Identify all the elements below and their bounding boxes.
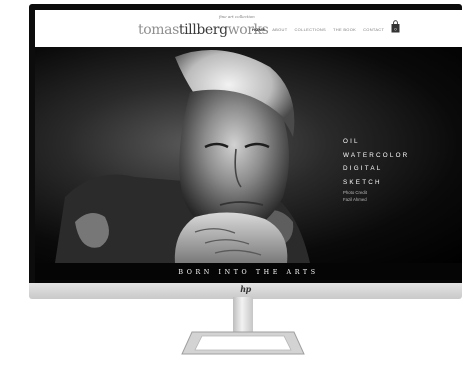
category-watercolor[interactable]: WATERCOLOR xyxy=(343,149,409,163)
monitor-screen: tomastillbergworks fine art collection H… xyxy=(35,10,462,283)
logo-word-2: tillberg xyxy=(178,22,228,38)
hero-category-menu: OIL WATERCOLOR DIGITAL SKETCH Photo Cred… xyxy=(343,135,409,203)
monitor-stand-base xyxy=(181,331,305,355)
category-oil[interactable]: OIL xyxy=(343,135,409,149)
nav-the-book[interactable]: THE BOOK xyxy=(333,27,356,32)
nav-contact[interactable]: CONTACT xyxy=(363,27,384,32)
nav-collections[interactable]: COLLECTIONS xyxy=(294,27,326,32)
shopping-bag-icon[interactable]: 0 xyxy=(391,20,400,33)
hp-logo-icon: hp xyxy=(240,284,251,294)
nav-about[interactable]: ABOUT xyxy=(272,27,287,32)
hero-banner: OIL WATERCOLOR DIGITAL SKETCH Photo Cred… xyxy=(35,47,462,263)
logo-word-1: tomas xyxy=(138,22,179,38)
logo-tagline: fine art collection xyxy=(219,14,255,19)
category-digital[interactable]: DIGITAL xyxy=(343,162,409,176)
nav-home[interactable]: HOME xyxy=(252,27,265,32)
site-logo[interactable]: tomastillbergworks xyxy=(138,22,269,38)
photo-credit-name: Fazil Ahmed xyxy=(343,197,367,202)
main-nav: HOME ABOUT COLLECTIONS THE BOOK CONTACT xyxy=(252,27,384,32)
artist-portrait-image xyxy=(55,49,310,263)
monitor: tomastillbergworks fine art collection H… xyxy=(29,4,462,299)
category-sketch[interactable]: SKETCH xyxy=(343,176,409,190)
hero-caption: BORN INTO THE ARTS xyxy=(35,263,462,283)
photo-credit-label: Photo Credit xyxy=(343,190,367,195)
site-header: tomastillbergworks fine art collection H… xyxy=(35,10,462,47)
